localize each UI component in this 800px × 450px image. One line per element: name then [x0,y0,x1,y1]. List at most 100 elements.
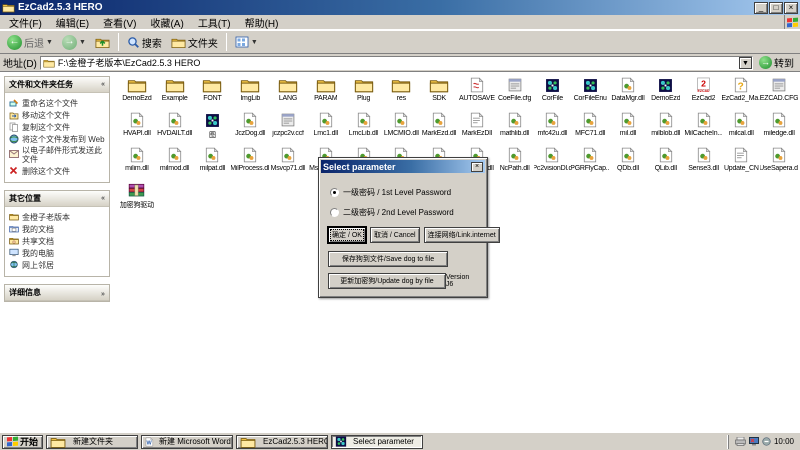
file-item[interactable]: UseSapera.dll [760,145,798,179]
file-item[interactable]: Lmc1.dll [307,110,345,144]
file-item[interactable]: Msvcp71.dll [269,145,307,179]
menu-item-4[interactable]: 工具(T) [191,14,238,31]
collapse-chevron-icon[interactable]: « [101,82,105,88]
menu-item-3[interactable]: 收藏(A) [143,14,190,31]
file-item[interactable]: MarkEzd.dll [420,110,458,144]
menu-item-2[interactable]: 查看(V) [96,14,143,31]
second-level-password-radio[interactable]: 二级密码 / 2nd Level Password [330,207,480,218]
file-item[interactable]: NcPath.dll [496,145,534,179]
collapse-chevron-icon[interactable]: « [101,196,105,202]
file-item[interactable]: mfc42u.dll [534,110,572,144]
close-button[interactable]: × [784,2,798,14]
first-level-password-radio[interactable]: 一级密码 / 1st Level Password [330,187,480,198]
file-item[interactable]: PARAM [307,75,345,109]
forward-button[interactable]: → ▼ [59,34,89,51]
expand-chevron-icon[interactable]: « [101,290,105,296]
up-button[interactable] [92,35,113,50]
search-button[interactable]: 搜索 [124,34,165,51]
file-item[interactable]: QLib.dll [647,145,685,179]
file-item[interactable]: 图 [194,110,232,144]
file-item[interactable]: DataMgr.dll [609,75,647,109]
other-places-header[interactable]: 其它位置 « [5,191,109,207]
place-link-2[interactable]: 共享文档 [9,236,107,246]
file-item[interactable]: MFC71.dll [571,110,609,144]
views-button[interactable]: ▼ [232,35,261,49]
file-item[interactable]: SDK [420,75,458,109]
file-item[interactable]: QDb.dll [609,145,647,179]
clock[interactable]: 10:00 [774,437,794,446]
place-link-3[interactable]: 我的电脑 [9,248,107,258]
file-item[interactable]: milcal.dll [722,110,760,144]
file-item[interactable]: MarkEzDll [458,110,496,144]
file-item[interactable]: MilProcess.dll [231,145,269,179]
file-item[interactable]: milmod.dll [156,145,194,179]
file-item[interactable]: JczDog.dll [231,110,269,144]
file-item[interactable]: CoeFile.cfg [496,75,534,109]
file-item[interactable]: FONT [194,75,232,109]
place-link-4[interactable]: 网上邻居 [9,260,107,270]
file-item[interactable]: MilCacheIn... [685,110,723,144]
dialog-titlebar[interactable]: Select parameter × [321,160,485,173]
file-item[interactable]: Pc2visionDl.dll [534,145,572,179]
minimize-button[interactable]: _ [754,2,768,14]
dialog-close-button[interactable]: × [471,162,483,172]
menu-item-1[interactable]: 编辑(E) [49,14,96,31]
file-item[interactable]: Plug [345,75,383,109]
folders-button[interactable]: 文件夹 [168,34,221,51]
file-item[interactable]: milblob.dll [647,110,685,144]
file-item[interactable]: ?EzCad2_Ma... [722,75,760,109]
menu-item-5[interactable]: 帮助(H) [238,14,286,31]
file-item[interactable]: PGRFlyCap... [571,145,609,179]
menu-item-0[interactable]: 文件(F) [2,14,49,31]
file-item[interactable]: res [382,75,420,109]
task-link-2[interactable]: 复制这个文件 [9,122,107,132]
taskbar-task-2[interactable]: EzCad2.5.3 HERO [236,435,328,449]
file-item[interactable]: Update_CN [722,145,760,179]
file-item[interactable]: ImgLib [231,75,269,109]
taskbar-task-3[interactable]: Select parameter [331,435,423,449]
taskbar-task-1[interactable]: W新建 Microsoft Word 文... [141,435,233,449]
file-item[interactable]: LMCMIO.dll [382,110,420,144]
save-dog-button[interactable]: 保存狗到文件/Save dog to file [328,251,448,267]
file-item[interactable]: DemoEzd [647,75,685,109]
start-button[interactable]: 开始 [2,435,43,449]
file-item[interactable]: EZCAD.CFG [760,75,798,109]
file-item[interactable]: DemoEzd [118,75,156,109]
address-input[interactable]: F:\金橙子老版本\EzCad2.5.3 HERO ▼ [40,56,753,70]
file-item[interactable]: Sense3.dll [685,145,723,179]
link-internet-button[interactable]: 连接网络/Link.internet [424,227,500,243]
details-header[interactable]: 详细信息 « [5,285,109,301]
file-item[interactable]: Example [156,75,194,109]
file-item[interactable]: HVDAILT.dll [156,110,194,144]
file-item[interactable]: milim.dll [118,145,156,179]
place-link-1[interactable]: 我的文档 [9,224,107,234]
update-dog-button[interactable]: 更新加密狗/Update dog by file [328,273,446,289]
file-item[interactable]: mil.dll [609,110,647,144]
file-item[interactable]: jczpc2v.ccf [269,110,307,144]
file-item[interactable]: CorFile [534,75,572,109]
ok-button[interactable]: 确定 / OK [328,227,366,243]
file-item[interactable]: mathlib.dll [496,110,534,144]
go-button[interactable]: → 转到 [756,55,797,70]
file-item[interactable]: 加密狗驱动 [118,180,156,214]
file-item[interactable]: miledge.dll [760,110,798,144]
file-item[interactable]: CorFileEnu [571,75,609,109]
task-link-4[interactable]: 以电子邮件形式发送此文件 [9,146,107,164]
task-link-3[interactable]: 将这个文件发布到 Web [9,134,107,144]
file-item[interactable]: 2EZCADEzCad2 [685,75,723,109]
task-link-0[interactable]: 重命名这个文件 [9,98,107,108]
file-item[interactable]: AUTOSAVE [458,75,496,109]
task-link-5[interactable]: 删除这个文件 [9,166,107,176]
back-button[interactable]: ← 后退 ▼ [4,34,56,51]
file-item[interactable]: LmcLib.dll [345,110,383,144]
place-link-0[interactable]: 金橙子老版本 [9,212,107,222]
address-dropdown-button[interactable]: ▼ [739,57,752,69]
file-item[interactable]: LANG [269,75,307,109]
file-item[interactable]: milpat.dll [194,145,232,179]
maximize-button[interactable]: □ [769,2,783,14]
file-tasks-header[interactable]: 文件和文件夹任务 « [5,77,109,93]
file-item[interactable]: HVAPI.dll [118,110,156,144]
taskbar-task-0[interactable]: 新建文件夹 [46,435,138,449]
task-link-1[interactable]: 移动这个文件 [9,110,107,120]
cancel-button[interactable]: 取消 / Cancel [370,227,420,243]
